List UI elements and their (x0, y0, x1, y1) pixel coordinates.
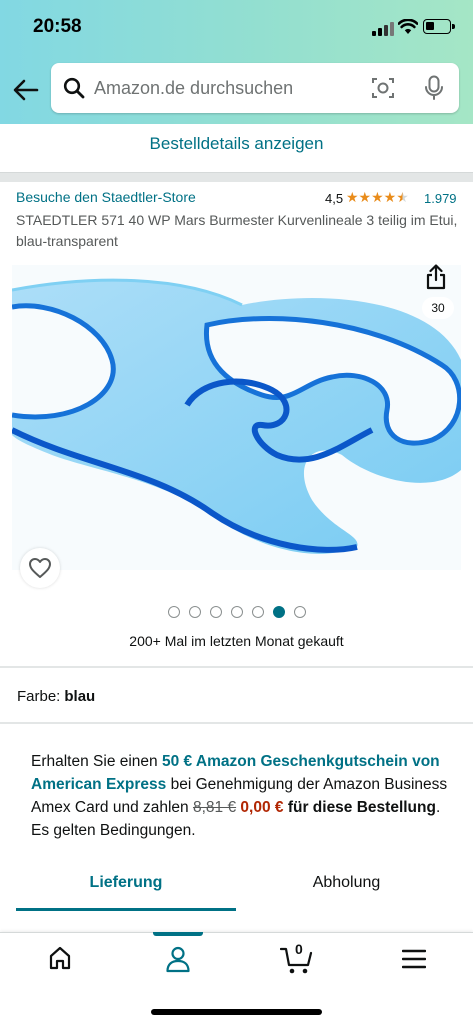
wishlist-button[interactable] (20, 548, 60, 588)
new-price: 0,00 € (240, 799, 284, 816)
divider (0, 722, 473, 724)
camera-icon[interactable] (371, 76, 395, 100)
bought-count-text: 200+ Mal im letzten Monat gekauft (129, 633, 344, 649)
tab-pickup[interactable]: Abholung (236, 863, 457, 911)
battery-icon (423, 19, 455, 34)
mic-icon[interactable] (423, 75, 445, 101)
image-count-badge: 30 (422, 297, 454, 319)
carousel-dot[interactable] (167, 606, 180, 618)
order-details-link[interactable]: Bestelldetails anzeigen (0, 124, 473, 172)
header: 20:58 Amazon.de durchsuchen (0, 0, 473, 124)
promo-text: Erhalten Sie einen (31, 753, 162, 770)
store-link[interactable]: Besuche den Staedtler-Store (16, 189, 196, 205)
status-time: 20:58 (33, 16, 82, 37)
old-price: 8,81 € (192, 799, 237, 816)
carousel-dot[interactable] (251, 606, 264, 618)
color-selector[interactable]: Farbe: blau (17, 688, 95, 705)
product-image[interactable] (12, 265, 461, 570)
carousel-dot[interactable] (293, 606, 306, 618)
search-input[interactable]: Amazon.de durchsuchen (51, 63, 459, 113)
menu-icon[interactable] (402, 949, 426, 969)
home-indicator (151, 1009, 322, 1015)
heart-icon (29, 558, 51, 578)
home-icon[interactable] (48, 945, 72, 971)
amex-promo: Erhalten Sie einen 50 € Amazon Geschenkg… (31, 750, 451, 842)
search-icon (63, 77, 85, 99)
promo-text-bold: für diese Bestellung (283, 799, 436, 816)
tab-delivery[interactable]: Lieferung (16, 863, 236, 911)
cart-count: 0 (295, 941, 303, 957)
divider (0, 666, 473, 668)
color-value: blau (64, 688, 96, 705)
divider (0, 172, 473, 182)
signal-icon (372, 22, 394, 36)
account-icon[interactable] (165, 945, 191, 973)
rating-value: 4,5 (325, 191, 344, 206)
product-title: STAEDTLER 571 40 WP Mars Burmester Kurve… (16, 212, 458, 249)
cart-button[interactable]: 0 (279, 941, 314, 975)
back-arrow-icon[interactable] (12, 76, 40, 104)
wifi-icon (398, 19, 418, 34)
carousel-dot-active[interactable] (272, 606, 285, 618)
status-bar: 20:58 (0, 0, 473, 54)
rating-stars[interactable]: ★★★★★ (346, 189, 409, 206)
review-count[interactable]: 1.979 (424, 191, 457, 206)
color-label: Farbe: (17, 688, 61, 705)
fulfillment-tabs: Lieferung Abholung (16, 863, 457, 913)
carousel-dot[interactable] (188, 606, 201, 618)
search-placeholder: Amazon.de durchsuchen (94, 78, 294, 98)
carousel-dot[interactable] (209, 606, 222, 618)
share-icon[interactable] (425, 264, 447, 290)
active-nav-indicator (153, 932, 203, 936)
image-carousel-dots[interactable] (0, 606, 473, 618)
carousel-dot[interactable] (230, 606, 243, 618)
